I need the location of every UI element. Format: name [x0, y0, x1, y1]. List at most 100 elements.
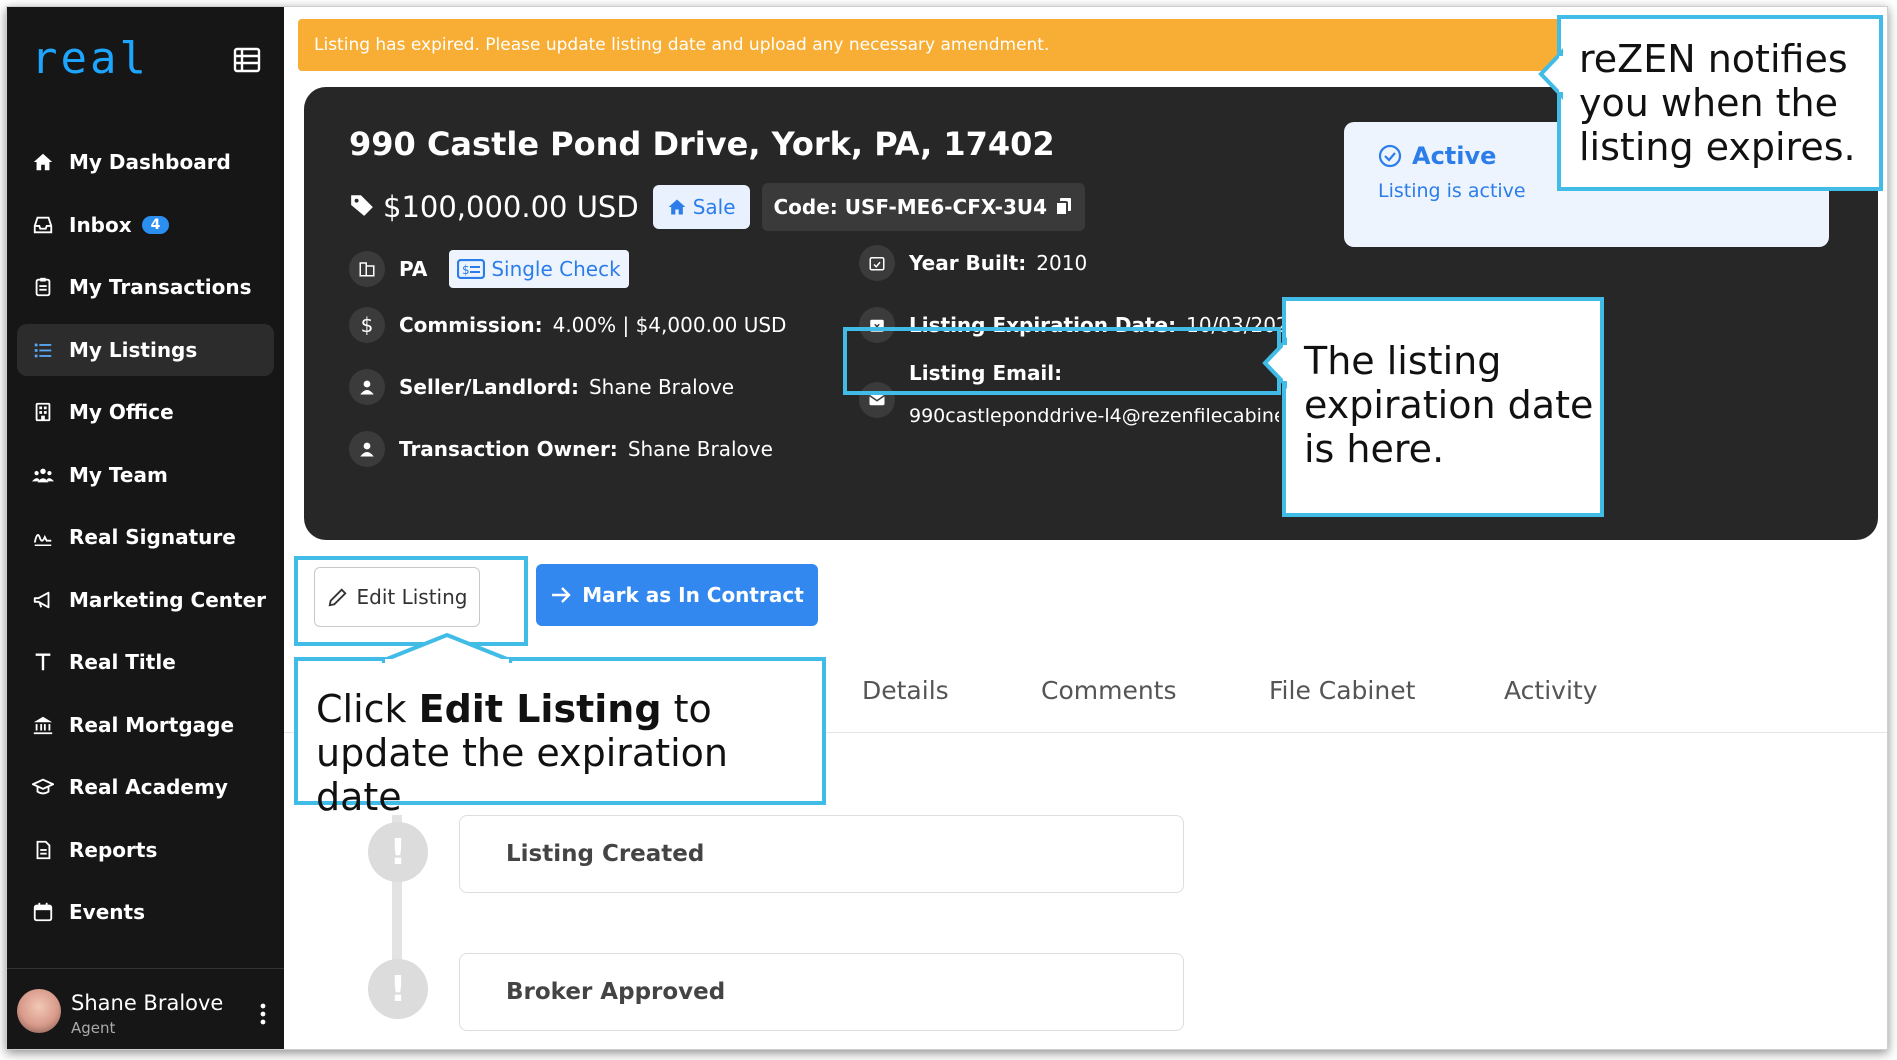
- svg-text:$: $: [462, 263, 470, 277]
- callout-expiry-notification: reZEN notifies you when the listing expi…: [1557, 15, 1883, 191]
- calendar-check-icon: [859, 245, 895, 281]
- listing-code: Code: USF-ME6-CFX-3U4: [773, 195, 1048, 219]
- sidebar-item-marketing-center[interactable]: Marketing Center: [17, 574, 274, 626]
- sidebar-item-label: Inbox: [69, 212, 132, 237]
- sidebar-item-real-title[interactable]: Real Title: [17, 636, 274, 688]
- person-icon: [349, 431, 385, 467]
- sidebar-item-label: Reports: [69, 837, 158, 862]
- arrow-right-icon: [550, 585, 572, 605]
- building-icon: [31, 400, 55, 424]
- single-check-pill: $ Single Check: [449, 250, 629, 288]
- home-icon: [31, 150, 55, 174]
- building-icon: [349, 251, 385, 287]
- alert-icon: !: [368, 959, 428, 1019]
- calendar-x-icon: [859, 307, 895, 343]
- seller-label: Seller/Landlord:: [399, 375, 579, 399]
- state-row: PA $ Single Check: [349, 250, 629, 288]
- megaphone-icon: [31, 588, 55, 612]
- sidebar-item-reports[interactable]: Reports: [17, 824, 274, 876]
- sidebar-nav: My Dashboard Inbox 4 My Transactions My …: [7, 136, 284, 949]
- signature-icon: [31, 525, 55, 549]
- graduation-cap-icon: [31, 775, 55, 799]
- callout-edit-bold: Edit Listing: [418, 687, 662, 731]
- price-row: $100,000.00 USD Sale Code: USF-ME6-CFX-3…: [349, 183, 1086, 231]
- status-subtitle: Listing is active: [1378, 180, 1526, 202]
- sale-type-pill: Sale: [652, 185, 750, 229]
- real-logo[interactable]: real: [31, 33, 149, 84]
- email-label: Listing Email:: [909, 361, 1063, 385]
- sidebar-item-my-listings[interactable]: My Listings: [17, 323, 274, 376]
- menu-collapse-icon[interactable]: [232, 45, 262, 75]
- email-block: Listing Email: 990castleponddrive-l4@rez…: [909, 361, 1279, 427]
- home-icon: [667, 197, 687, 217]
- tab-comments[interactable]: Comments: [1041, 676, 1177, 705]
- sidebar-item-events[interactable]: Events: [17, 886, 274, 938]
- title-t-icon: [31, 650, 55, 674]
- sidebar-item-label: Real Signature: [69, 525, 236, 549]
- sidebar-item-my-dashboard[interactable]: My Dashboard: [17, 136, 274, 188]
- check-circle-icon: [1378, 144, 1402, 168]
- bank-icon: [31, 713, 55, 737]
- sidebar-item-inbox[interactable]: Inbox 4: [17, 199, 274, 251]
- mail-icon: [859, 382, 895, 418]
- mark-in-contract-label: Mark as In Contract: [582, 583, 804, 607]
- email-value[interactable]: 990castleponddrive-l4@rezenfilecabinet: [909, 405, 1279, 427]
- sidebar-item-label: My Dashboard: [69, 150, 231, 174]
- callout-edit-listing: Click Edit Listing to update the expirat…: [294, 657, 826, 819]
- sidebar-item-label: Real Mortgage: [69, 712, 235, 737]
- user-profile[interactable]: Shane Bralove Agent: [7, 968, 284, 1049]
- owner-label: Transaction Owner:: [399, 437, 618, 461]
- pencil-icon: [327, 586, 349, 608]
- seller-value: Shane Bralove: [588, 375, 735, 399]
- copy-icon[interactable]: [1055, 197, 1073, 217]
- user-name: Shane Bralove: [71, 991, 224, 1015]
- inbox-icon: [31, 213, 55, 237]
- year-built-row: Year Built: 2010: [859, 245, 1087, 281]
- commission-label: Commission:: [399, 313, 543, 337]
- tab-details[interactable]: Details: [862, 676, 949, 705]
- price-tag-icon: [349, 192, 375, 222]
- expiration-label: Listing Expiration Date:: [909, 313, 1177, 337]
- year-built-label: Year Built:: [909, 251, 1027, 275]
- sidebar-item-label: Marketing Center: [69, 587, 266, 612]
- expiration-row: Listing Expiration Date: 10/03/2023: [859, 307, 1301, 343]
- sidebar-item-my-office[interactable]: My Office: [17, 386, 274, 438]
- commission-row: $ Commission: 4.00% | $4,000.00 USD: [349, 307, 786, 343]
- mark-in-contract-button[interactable]: Mark as In Contract: [536, 564, 818, 626]
- calendar-icon: [31, 900, 55, 924]
- tab-file-cabinet[interactable]: File Cabinet: [1269, 676, 1415, 705]
- team-icon: [31, 463, 55, 487]
- status-title-row: Active: [1378, 142, 1496, 170]
- seller-row: Seller/Landlord: Shane Bralove: [349, 369, 734, 405]
- user-role: Agent: [71, 1019, 116, 1037]
- edit-listing-button[interactable]: Edit Listing: [314, 567, 480, 627]
- sidebar-item-real-academy[interactable]: Real Academy: [17, 761, 274, 813]
- more-vertical-icon[interactable]: [260, 1003, 266, 1029]
- sidebar-item-my-transactions[interactable]: My Transactions: [17, 261, 274, 313]
- sidebar-item-label: My Listings: [69, 337, 198, 362]
- callout-expiration-pointer: [1262, 337, 1289, 389]
- sidebar-item-label: Real Title: [69, 650, 176, 674]
- callout-edit-pointer: [381, 632, 513, 665]
- sidebar-item-label: Events: [69, 900, 145, 924]
- sidebar-item-label: My Team: [69, 462, 168, 487]
- inbox-count-badge: 4: [141, 215, 170, 234]
- owner-value: Shane Bralove: [627, 437, 773, 461]
- sidebar-item-my-team[interactable]: My Team: [17, 449, 274, 501]
- listing-address: 990 Castle Pond Drive, York, PA, 17402: [349, 125, 1055, 163]
- listing-code-pill[interactable]: Code: USF-ME6-CFX-3U4: [761, 183, 1086, 231]
- year-built-value: 2010: [1036, 251, 1088, 275]
- callout-notify-pointer: [1538, 48, 1565, 100]
- person-icon: [349, 369, 385, 405]
- tab-activity[interactable]: Activity: [1504, 676, 1598, 705]
- owner-row: Transaction Owner: Shane Bralove: [349, 431, 773, 467]
- sidebar-item-label: My Transactions: [69, 275, 252, 299]
- email-row: Listing Email: 990castleponddrive-l4@rez…: [859, 361, 1279, 427]
- sidebar-item-real-mortgage[interactable]: Real Mortgage: [17, 699, 274, 751]
- timeline-item-broker-approved: Broker Approved: [459, 953, 1184, 1031]
- sidebar: real My Dashboard Inbox 4 My Transaction…: [7, 7, 284, 1049]
- callout-expiration-date: The listing expiration date is here.: [1282, 297, 1604, 517]
- check-type-label: Single Check: [491, 257, 621, 281]
- expired-banner: Listing has expired. Please update listi…: [298, 19, 1588, 71]
- sidebar-item-real-signature[interactable]: Real Signature: [17, 511, 274, 563]
